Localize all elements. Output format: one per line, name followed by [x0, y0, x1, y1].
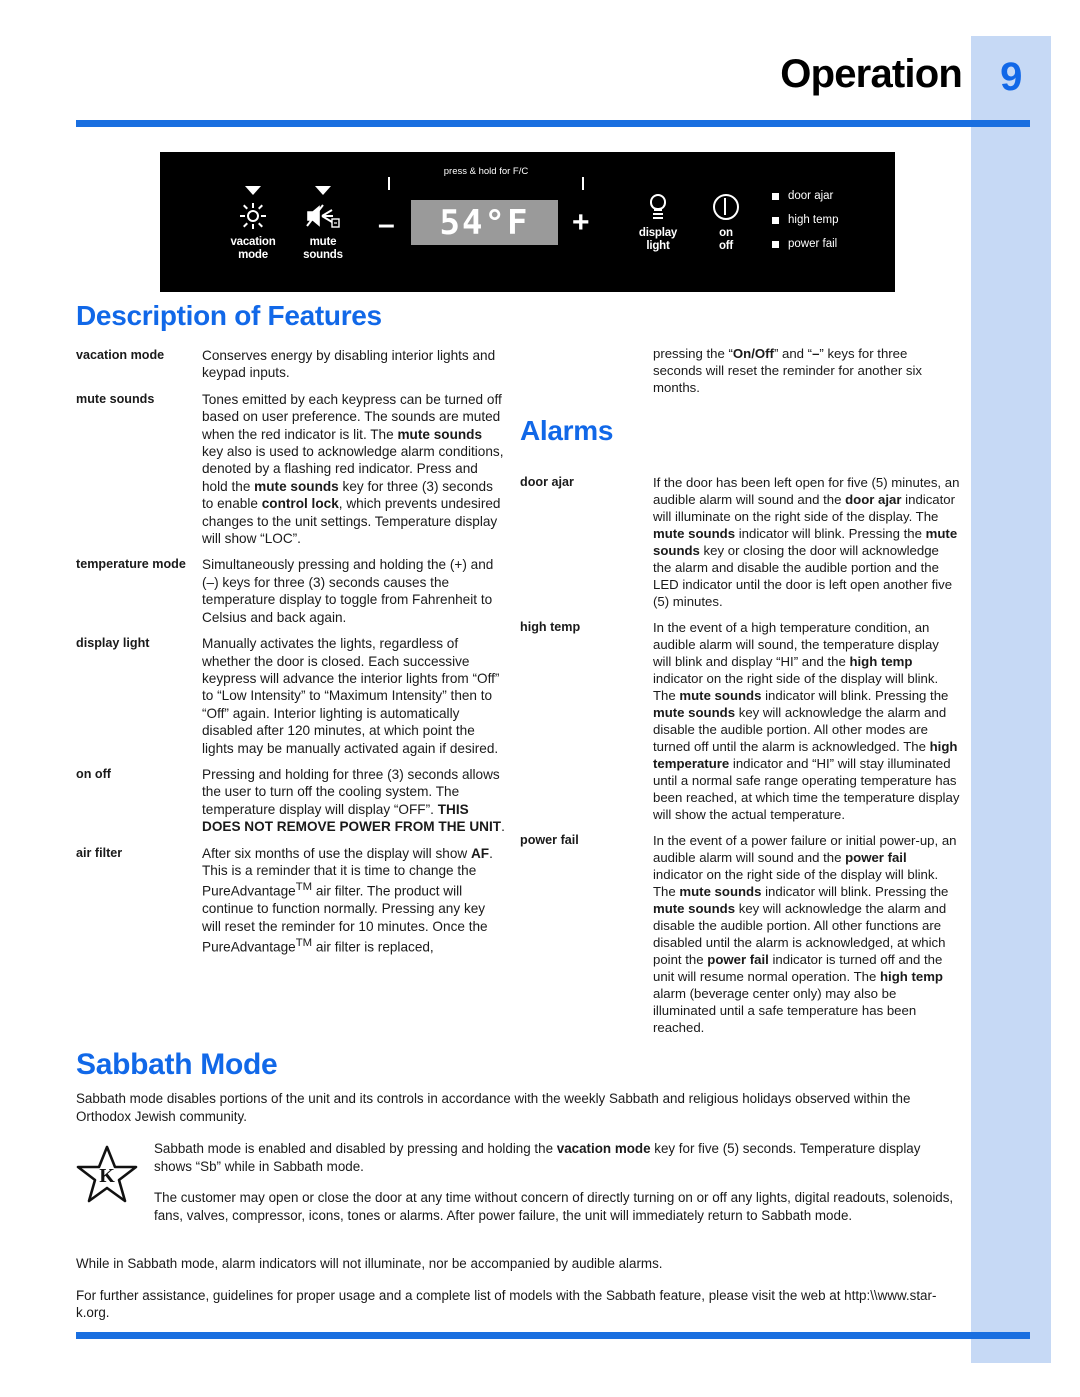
header-rule: [76, 120, 1030, 127]
led-square-icon: [772, 240, 779, 248]
heading-sabbath-mode: Sabbath Mode: [76, 1048, 278, 1081]
page-number: 9: [1000, 55, 1022, 99]
alarm-body: In the event of a power failure or initi…: [653, 833, 957, 1035]
alarm-term: power fail: [520, 833, 579, 847]
indicator-label: power fail: [788, 238, 838, 250]
alarm-row: high temp In the event of a high tempera…: [520, 619, 960, 823]
alarm-row: power fail In the event of a power failu…: [520, 832, 960, 1036]
sabbath-indent-paragraph-1: Sabbath mode is enabled and disabled by …: [154, 1141, 921, 1174]
feature-term: air filter: [76, 845, 123, 860]
minus-button[interactable]: –: [378, 208, 395, 242]
sabbath-tail-paragraph-2: For further assistance, guidelines for p…: [76, 1287, 937, 1321]
feature-row: display light Manually activates the lig…: [76, 635, 506, 757]
feature-body: Manually activates the lights, regardles…: [202, 636, 500, 756]
alarm-term: high temp: [520, 620, 581, 634]
press-hold-fc-label: press & hold for F/C: [388, 166, 584, 177]
features-list: vacation mode Conserves energy by disabl…: [76, 347, 506, 965]
indicator-high-temp: high temp: [772, 214, 839, 226]
panel-key-label: on: [719, 227, 733, 239]
feature-row: air filter After six months of use the d…: [76, 845, 506, 957]
feature-term: vacation mode: [76, 348, 165, 362]
panel-key-label: sounds: [303, 248, 343, 261]
feature-row: mute sounds Tones emitted by each keypre…: [76, 391, 506, 548]
alarm-row: door ajar If the door has been left open…: [520, 474, 960, 610]
control-panel-illustration: vacation mode mute sounds press & hold f…: [160, 152, 895, 292]
plus-button[interactable]: +: [572, 206, 590, 240]
indicator-door-ajar: door ajar: [772, 190, 839, 202]
sabbath-tail-paragraph-1: While in Sabbath mode, alarm indicators …: [76, 1256, 663, 1271]
sabbath-indent-paragraph-2: The customer may open or close the door …: [154, 1190, 954, 1223]
caret-down-icon: [315, 186, 331, 195]
panel-key-label: off: [718, 239, 734, 252]
panel-key-label: mute: [309, 236, 337, 248]
alarm-term: door ajar: [520, 475, 574, 489]
led-square-icon: [772, 192, 779, 200]
page-title: Operation: [780, 52, 963, 96]
star-k-icon: K: [76, 1140, 154, 1238]
sabbath-indented-block: K Sabbath mode is enabled and disabled b…: [76, 1140, 956, 1238]
sabbath-tail-block: While in Sabbath mode, alarm indicators …: [76, 1255, 956, 1336]
feature-term: on off: [76, 766, 111, 781]
panel-key-mute-sounds[interactable]: mute sounds: [278, 186, 368, 261]
feature-term: display light: [76, 636, 150, 651]
feature-body: Conserves energy by disabling interior l…: [202, 348, 496, 381]
feature-row: on off Pressing and holding for three (3…: [76, 766, 506, 836]
indicator-power-fail: power fail: [772, 238, 839, 250]
feature-body: After six months of use the display will…: [202, 845, 493, 955]
indicator-label: high temp: [788, 214, 839, 226]
feature-row: temperature mode Simultaneously pressing…: [76, 556, 506, 626]
temperature-value: 54°F: [439, 202, 530, 243]
feature-term: mute sounds: [76, 391, 155, 406]
sabbath-intro: Sabbath mode disables portions of the un…: [76, 1090, 956, 1139]
alarms-list: pressing the “On/Off” and “–” keys for t…: [520, 345, 960, 1045]
mute-speaker-icon: [278, 201, 368, 231]
caret-down-icon: [245, 186, 261, 195]
feature-body: Simultaneously pressing and holding the …: [202, 557, 494, 625]
sabbath-intro-paragraph: Sabbath mode disables portions of the un…: [76, 1091, 911, 1124]
panel-key-on-off[interactable]: on off: [686, 192, 766, 252]
panel-indicator-list: door ajar high temp power fail: [772, 190, 839, 262]
led-square-icon: [772, 216, 779, 224]
air-filter-continued: pressing the “On/Off” and “–” keys for t…: [653, 346, 922, 395]
feature-row: vacation mode Conserves energy by disabl…: [76, 347, 506, 382]
power-icon: [686, 192, 766, 222]
feature-term: temperature mode: [76, 557, 186, 572]
alarm-body: If the door has been left open for five …: [653, 475, 960, 609]
star-k-letter: K: [99, 1165, 115, 1187]
page-side-strip: [971, 36, 1051, 1363]
heading-description-of-features: Description of Features: [76, 300, 382, 331]
temperature-display: 54°F: [411, 200, 558, 245]
alarm-body: In the event of a high temperature condi…: [653, 620, 960, 822]
feature-body: Pressing and holding for three (3) secon…: [202, 766, 505, 835]
indicator-label: door ajar: [788, 190, 834, 202]
feature-body: Tones emitted by each keypress can be tu…: [202, 391, 504, 547]
